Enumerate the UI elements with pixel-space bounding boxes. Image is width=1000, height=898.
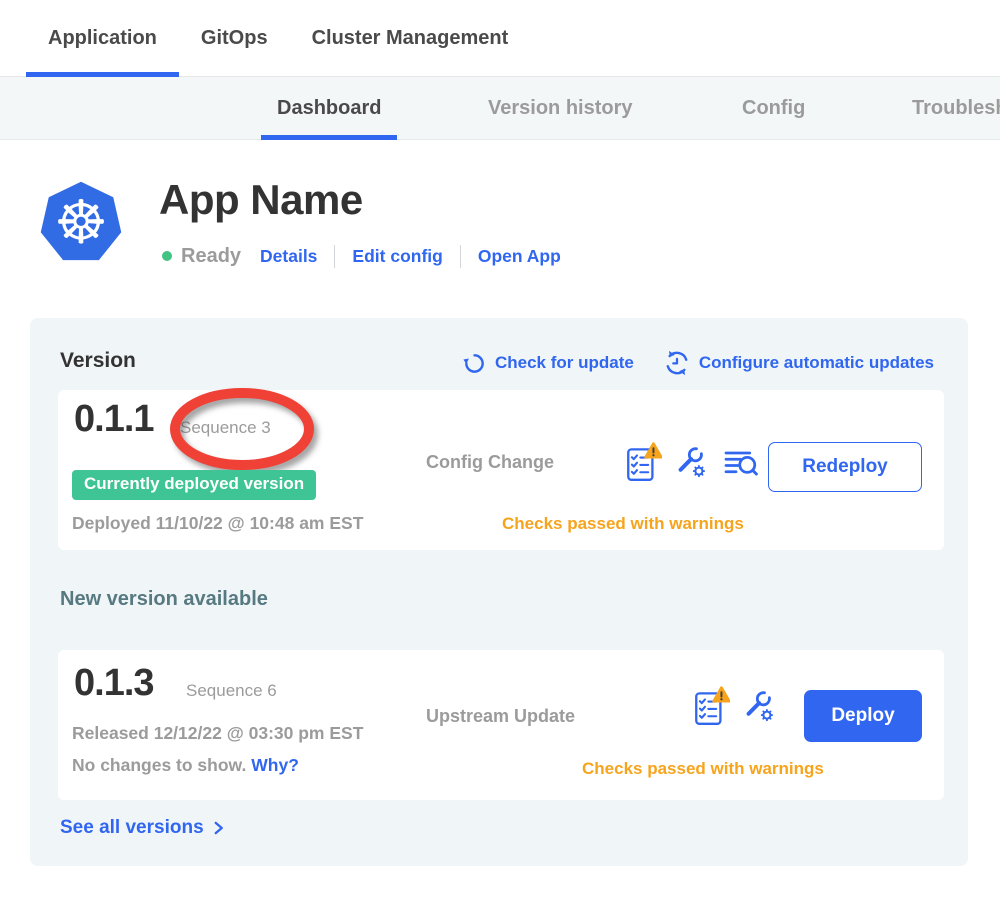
version-panel: Version Check for update Configure autom…	[30, 318, 968, 866]
current-version-number: 0.1.1	[74, 398, 154, 441]
kubernetes-logo-icon: ☸	[38, 180, 124, 266]
preflight-checks-warning-icon[interactable]	[694, 686, 730, 728]
changes-note-text: No changes to show.	[72, 755, 246, 775]
version-panel-actions: Check for update Configure automatic upd…	[463, 350, 934, 376]
check-for-update-label: Check for update	[495, 353, 634, 373]
status-ready-dot-icon	[162, 251, 172, 261]
config-wrench-icon[interactable]	[743, 690, 778, 725]
tab-config[interactable]: Config	[726, 77, 821, 140]
divider	[460, 245, 461, 268]
configure-automatic-updates-label: Configure automatic updates	[699, 353, 934, 373]
divider	[334, 245, 335, 268]
preflight-checks-status: Checks passed with warnings	[502, 514, 744, 534]
preflight-checks-status: Checks passed with warnings	[582, 759, 824, 779]
app-status-row: Ready Details Edit config Open App	[162, 243, 561, 269]
tab-gitops[interactable]: GitOps	[179, 0, 290, 76]
redeploy-button[interactable]: Redeploy	[768, 442, 922, 492]
changes-note: No changes to show. Why?	[72, 755, 299, 776]
available-version-icons	[694, 686, 778, 728]
current-version-sequence: Sequence 3	[180, 418, 271, 438]
current-version-card: 0.1.1 Sequence 3 Currently deployed vers…	[58, 390, 944, 550]
new-version-heading: New version available	[60, 588, 268, 611]
available-version-card: 0.1.3 Sequence 6 Released 12/12/22 @ 03:…	[58, 650, 944, 800]
edit-config-link[interactable]: Edit config	[352, 246, 442, 267]
released-timestamp: Released 12/12/22 @ 03:30 pm EST	[72, 723, 363, 744]
refresh-icon	[463, 352, 486, 375]
tab-gitops-label: GitOps	[201, 27, 268, 50]
available-version-sequence: Sequence 6	[186, 681, 277, 701]
current-version-icons	[626, 442, 759, 484]
auto-update-clock-icon	[664, 350, 690, 376]
available-version-number: 0.1.3	[74, 662, 154, 705]
tab-cluster-management[interactable]: Cluster Management	[290, 0, 531, 76]
configure-automatic-updates-link[interactable]: Configure automatic updates	[664, 350, 934, 376]
deployed-timestamp: Deployed 11/10/22 @ 10:48 am EST	[72, 513, 363, 534]
deploy-button[interactable]: Deploy	[804, 690, 922, 742]
see-all-versions-label: See all versions	[60, 817, 204, 839]
app-title: App Name	[159, 176, 363, 224]
version-source-label: Upstream Update	[426, 706, 575, 727]
tab-cluster-management-label: Cluster Management	[312, 27, 509, 50]
check-for-update-link[interactable]: Check for update	[463, 352, 634, 375]
see-all-versions-link[interactable]: See all versions	[60, 817, 226, 839]
version-source-label: Config Change	[426, 452, 554, 473]
status-label: Ready	[181, 245, 241, 268]
config-wrench-icon[interactable]	[675, 446, 710, 481]
tab-application-label: Application	[48, 27, 157, 50]
tab-dashboard[interactable]: Dashboard	[261, 77, 397, 140]
tab-troubleshoot[interactable]: Troubleshoot	[896, 77, 1000, 140]
why-link[interactable]: Why?	[251, 755, 299, 775]
open-app-link[interactable]: Open App	[478, 246, 561, 267]
tab-version-history[interactable]: Version history	[472, 77, 649, 140]
view-files-search-icon[interactable]	[723, 448, 759, 478]
currently-deployed-badge: Currently deployed version	[72, 470, 316, 500]
details-link[interactable]: Details	[260, 246, 317, 267]
version-panel-title: Version	[60, 349, 136, 373]
app-sub-navigation: Dashboard Version history Config Trouble…	[0, 77, 1000, 140]
preflight-checks-warning-icon[interactable]	[626, 442, 662, 484]
tab-application[interactable]: Application	[26, 0, 179, 76]
chevron-right-icon	[211, 820, 226, 836]
top-navigation: Application GitOps Cluster Management	[0, 0, 1000, 77]
